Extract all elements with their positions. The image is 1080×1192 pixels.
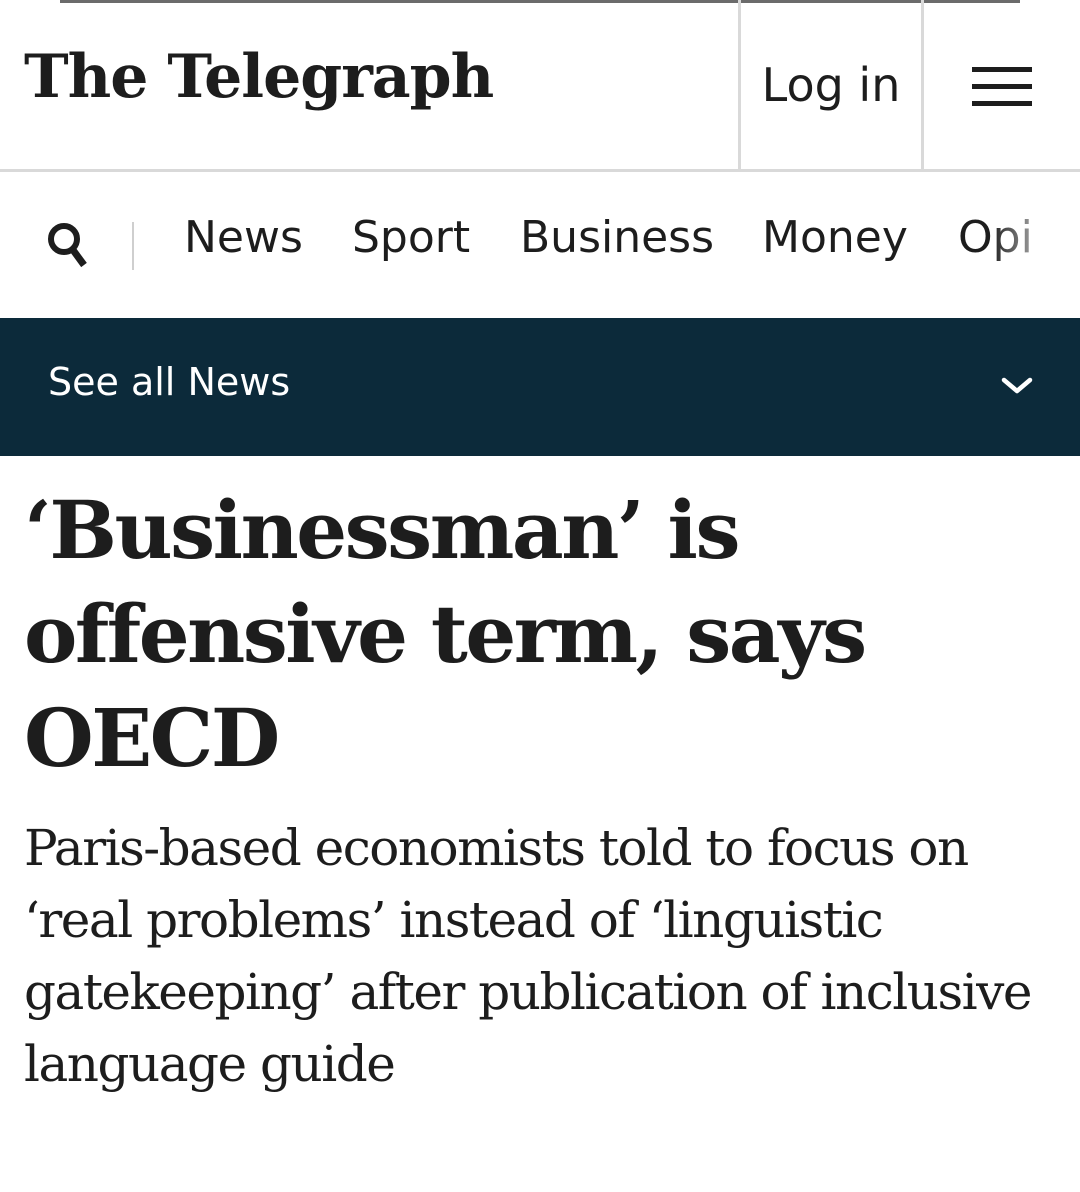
chevron-down-icon <box>1001 377 1033 394</box>
nav-separator <box>132 222 134 270</box>
nav-item-money[interactable]: Money <box>762 212 908 263</box>
nav-item-news[interactable]: News <box>184 212 303 263</box>
menu-button[interactable] <box>924 0 1080 169</box>
nav-item-sport[interactable]: Sport <box>352 212 470 263</box>
telegraph-logo[interactable]: The Telegraph <box>24 42 494 112</box>
nav-item-business[interactable]: Business <box>520 212 714 263</box>
article-headline: ‘Businessman’ is offensive term, says OE… <box>24 483 867 785</box>
see-all-news-label: See all News <box>48 360 291 404</box>
search-button[interactable] <box>44 219 92 271</box>
menu-bar <box>972 67 1032 72</box>
search-icon <box>48 223 87 268</box>
menu-bar <box>972 101 1032 106</box>
article-standfirst: Paris-based economists told to focus on … <box>24 819 1032 1093</box>
see-all-news-bar[interactable]: See all News <box>0 318 1080 456</box>
menu-bar <box>972 84 1032 89</box>
primary-nav: News Sport Business Money Opi <box>0 172 1080 318</box>
site-header: The Telegraph Log in <box>0 0 1080 172</box>
login-button[interactable]: Log in <box>741 0 921 169</box>
nav-item-opinion[interactable]: Opi <box>958 212 1033 263</box>
